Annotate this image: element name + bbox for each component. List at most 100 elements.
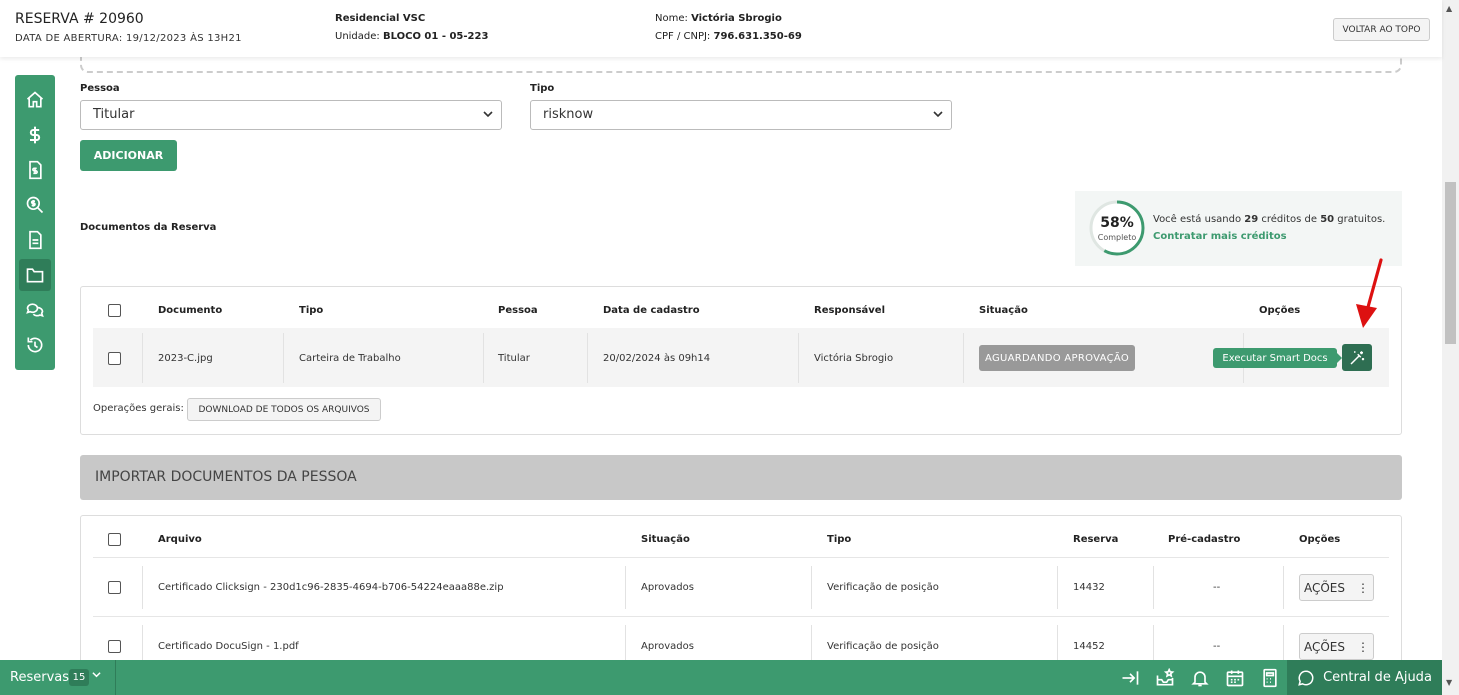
cell-divider — [1057, 625, 1058, 660]
cell-reserva: 14452 — [1073, 641, 1105, 652]
row-checkbox[interactable] — [108, 352, 121, 365]
col-opcoes: Opções — [1259, 305, 1301, 316]
import-section-header[interactable]: IMPORTAR DOCUMENTOS DA PESSOA — [80, 455, 1402, 500]
pessoa-select[interactable]: Titular — [80, 100, 502, 130]
vertical-scrollbar[interactable]: ▲ ▼ — [1442, 0, 1459, 695]
bottom-bar: Reservas 15 Central de Ajuda — [0, 660, 1442, 695]
cell-divider — [587, 333, 588, 383]
credits-panel: 58% Completo Você está usando 29 crédito… — [1075, 191, 1402, 266]
history-icon[interactable] — [19, 329, 51, 361]
dollar-icon[interactable] — [19, 119, 51, 151]
credits-text-mid: créditos de — [1261, 214, 1317, 225]
cell-divider — [1283, 625, 1284, 660]
cell-tipo: Verificação de posição — [827, 641, 939, 652]
col-responsavel: Responsável — [814, 305, 886, 316]
chevron-down-icon — [483, 109, 493, 122]
cell-divider — [283, 333, 284, 383]
cell-divider — [625, 566, 626, 609]
cell-divider — [483, 333, 484, 383]
documentos-title: Documentos da Reserva — [80, 222, 217, 233]
cell-divider — [1153, 566, 1154, 609]
cell-arquivo[interactable]: Certificado DocuSign - 1.pdf — [158, 641, 299, 652]
cell-divider — [1057, 566, 1058, 609]
credits-text-suffix: gratuitos. — [1337, 214, 1386, 225]
credits-percent: 58% — [1100, 215, 1134, 231]
col-situacao: Situação — [979, 305, 1028, 316]
acoes-button[interactable]: AÇÕES ⋮ — [1299, 633, 1374, 660]
chevron-down-icon[interactable] — [92, 670, 101, 682]
cliente-nome: Nome: Victória Sbrogio — [655, 13, 782, 24]
contratar-creditos-link[interactable]: Contratar mais créditos — [1153, 231, 1287, 242]
cell-divider — [1283, 566, 1284, 609]
top-header: RESERVA # 20960 DATA DE ABERTURA: 19/12/… — [0, 0, 1442, 57]
row-checkbox[interactable] — [108, 581, 121, 594]
central-ajuda-button[interactable]: Central de Ajuda — [1287, 660, 1442, 695]
inbox-star-icon[interactable] — [1155, 667, 1175, 688]
calculator-icon[interactable] — [1260, 668, 1280, 688]
scroll-down-icon[interactable]: ▼ — [1446, 678, 1452, 687]
col-data-cadastro: Data de cadastro — [603, 305, 700, 316]
operacoes-label: Operações gerais: — [93, 403, 184, 414]
cell-precadastro: -- — [1213, 582, 1221, 593]
cell-divider — [798, 333, 799, 383]
credits-text-prefix: Você está usando — [1153, 214, 1242, 225]
cell-documento[interactable]: 2023-C.jpg — [158, 353, 213, 364]
cliente-cpf: CPF / CNPJ: 796.631.350-69 — [655, 31, 802, 42]
bell-icon[interactable] — [1190, 668, 1210, 688]
voltar-topo-button[interactable]: VOLTAR AO TOPO — [1333, 18, 1430, 41]
cell-divider — [142, 333, 143, 383]
cell-divider — [625, 625, 626, 660]
nome-label: Nome: — [655, 13, 688, 24]
bottom-divider — [115, 660, 116, 695]
data-abertura: DATA DE ABERTURA: 19/12/2023 ÀS 13H21 — [15, 33, 242, 44]
cell-divider — [1153, 625, 1154, 660]
cell-divider — [811, 625, 812, 660]
calendar-icon[interactable] — [1225, 668, 1245, 688]
col-arquivo: Arquivo — [158, 534, 202, 545]
credits-total: 50 — [1320, 214, 1335, 225]
folder-icon[interactable] — [19, 259, 51, 291]
credits-used: 29 — [1244, 214, 1259, 225]
col-precadastro: Pré-cadastro — [1168, 534, 1241, 545]
cpf-value: 796.631.350-69 — [713, 31, 802, 42]
scroll-up-icon[interactable]: ▲ — [1446, 4, 1452, 13]
cell-data: 20/02/2024 às 09h14 — [603, 353, 711, 364]
col-situacao: Situação — [641, 534, 690, 545]
chat-icon[interactable] — [19, 294, 51, 326]
cell-reserva: 14432 — [1073, 582, 1105, 593]
row-divider — [93, 616, 1389, 617]
scroll-thumb[interactable] — [1445, 182, 1456, 344]
help-chat-icon — [1298, 669, 1314, 686]
search-money-icon[interactable] — [19, 189, 51, 221]
magic-wand-icon — [1350, 350, 1365, 365]
home-icon[interactable] — [19, 84, 51, 116]
document-icon[interactable] — [19, 224, 51, 256]
login-icon[interactable] — [1120, 668, 1140, 688]
select-all-checkbox[interactable] — [108, 533, 121, 546]
side-navigation — [15, 75, 55, 370]
select-all-checkbox[interactable] — [108, 304, 121, 317]
download-all-button[interactable]: DOWNLOAD DE TODOS OS ARQUIVOS — [187, 398, 381, 421]
adicionar-button[interactable]: ADICIONAR — [80, 140, 177, 171]
cell-arquivo[interactable]: Certificado Clicksign - 230d1c96-2835-46… — [158, 582, 504, 593]
reservas-label[interactable]: Reservas — [10, 670, 69, 685]
tipo-select[interactable]: risknow — [530, 100, 952, 130]
cell-divider — [142, 625, 143, 660]
cell-situacao: Aprovados — [641, 582, 694, 593]
row-checkbox[interactable] — [108, 640, 121, 653]
acoes-button[interactable]: AÇÕES ⋮ — [1299, 574, 1374, 601]
col-tipo: Tipo — [299, 305, 324, 316]
unidade-label: Unidade: — [335, 31, 380, 42]
table-row — [93, 328, 1389, 387]
cell-divider — [142, 566, 143, 609]
col-opcoes: Opções — [1299, 534, 1341, 545]
smart-docs-button[interactable] — [1342, 344, 1372, 371]
cell-tipo: Carteira de Trabalho — [299, 353, 401, 364]
cell-pessoa: Titular — [498, 353, 530, 364]
reservas-count-badge: 15 — [69, 669, 89, 686]
unidade-info: Unidade: BLOCO 01 - 05-223 — [335, 31, 488, 42]
empreendimento-name: Residencial VSC — [335, 13, 426, 24]
header-divider — [93, 557, 1389, 558]
pessoa-select-value: Titular — [93, 107, 135, 122]
invoice-icon[interactable] — [19, 154, 51, 186]
